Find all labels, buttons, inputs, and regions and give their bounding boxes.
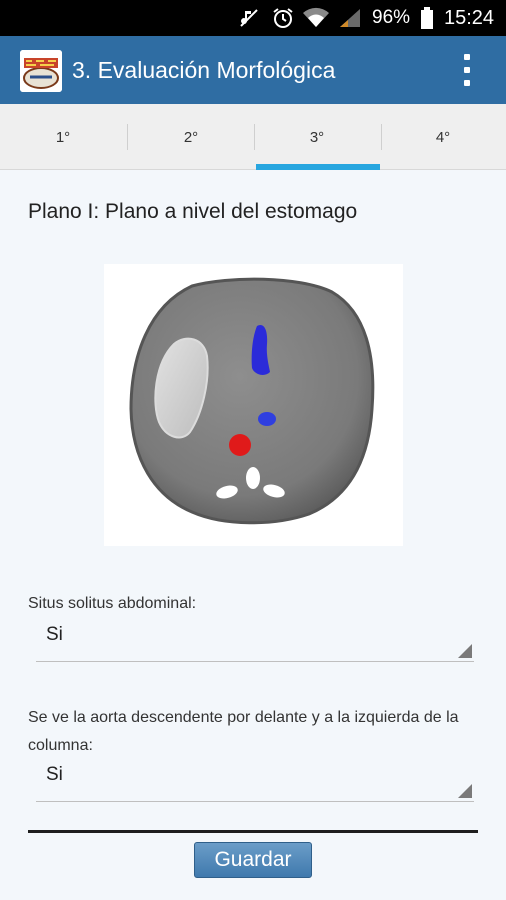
spine-vertebra-center: [246, 467, 260, 489]
descending-aorta: [229, 434, 251, 456]
aorta-select-value: Si: [46, 764, 63, 785]
page-title: 3. Evaluación Morfológica: [72, 56, 336, 83]
question-situs-label: Situs solitus abdominal:: [28, 595, 197, 612]
clock: 15:24: [444, 6, 495, 29]
tab-1[interactable]: 1°: [0, 104, 126, 170]
battery-icon: [420, 0, 434, 36]
status-bar: 96% 15:24: [0, 0, 506, 36]
wifi-icon: [302, 0, 330, 36]
tab-2[interactable]: 2°: [128, 104, 254, 170]
tab-3[interactable]: 3°: [254, 104, 380, 170]
signal-icon: [338, 0, 362, 36]
divider: [28, 830, 478, 833]
app-logo: [20, 50, 62, 92]
question-aorta-label: Se ve la aorta descendente por delante y…: [28, 709, 459, 754]
battery-percent: 96%: [372, 7, 411, 28]
dropdown-arrow-icon: [458, 784, 472, 798]
aorta-select[interactable]: Si: [36, 756, 474, 802]
inferior-vena-cava: [258, 412, 276, 426]
tab-4[interactable]: 4°: [380, 104, 506, 170]
save-button[interactable]: Guardar: [194, 842, 312, 878]
plane-title: Plano I: Plano a nivel del estomago: [28, 200, 358, 223]
tab-bar: 1° 2° 3° 4°: [0, 104, 506, 170]
no-sound-icon: [238, 0, 260, 36]
dropdown-arrow-icon: [458, 644, 472, 658]
stomach-plane-diagram: [104, 264, 403, 546]
situs-select-value: Si: [46, 624, 63, 645]
overflow-menu-icon[interactable]: [452, 50, 482, 90]
main-content: Plano I: Plano a nivel del estomago Situ…: [0, 170, 506, 900]
situs-select[interactable]: Si: [36, 616, 474, 662]
action-bar: 3. Evaluación Morfológica: [0, 36, 506, 104]
alarm-icon: [271, 0, 295, 36]
